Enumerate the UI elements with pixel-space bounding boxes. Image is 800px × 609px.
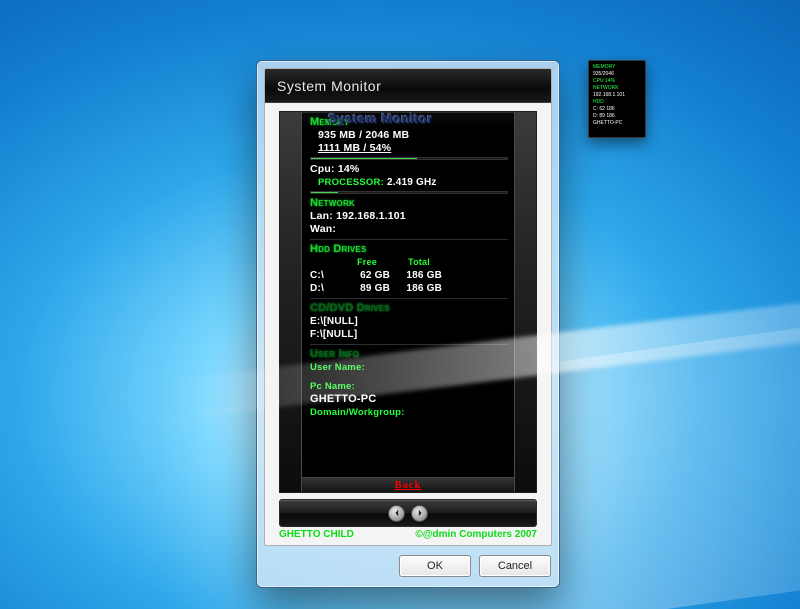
network-header: Network bbox=[310, 197, 508, 210]
dialog-footer: OK Cancel bbox=[257, 551, 559, 587]
mini-line: NETWORK bbox=[593, 85, 641, 92]
cpu-bar bbox=[310, 191, 508, 194]
right-rail bbox=[514, 112, 536, 492]
optical-name: E:\ bbox=[310, 316, 323, 327]
hdd-col-free: Free bbox=[344, 256, 390, 269]
chevron-right-icon bbox=[416, 509, 424, 517]
settings-dialog: System Monitor System Monitor Memory 935… bbox=[256, 60, 560, 588]
optical-row: E:\[NULL] bbox=[310, 315, 508, 328]
memory-line2: 1111 MB / 54% bbox=[310, 142, 508, 155]
optical-row: F:\[NULL] bbox=[310, 328, 508, 341]
separator bbox=[310, 344, 508, 345]
separator bbox=[310, 239, 508, 240]
nav-next-button[interactable] bbox=[411, 505, 428, 522]
hdd-header: Hdd Drives bbox=[310, 243, 508, 256]
processor-label: Processor: bbox=[318, 177, 384, 188]
hdd-col-total: Total bbox=[396, 256, 442, 269]
hdd-row-free: 89 GB bbox=[344, 282, 390, 295]
credits-left: GHETTO CHILD bbox=[279, 529, 354, 540]
chevron-left-icon bbox=[393, 509, 401, 517]
wan-label: Wan: bbox=[310, 223, 336, 235]
hdd-row-total: 186 GB bbox=[396, 282, 442, 295]
left-rail bbox=[280, 112, 302, 492]
memory-header: Memory bbox=[310, 116, 508, 129]
lan-label: Lan: bbox=[310, 210, 333, 222]
optical-value: [NULL] bbox=[323, 316, 358, 327]
optical-name: F:\ bbox=[310, 329, 323, 340]
cpu-bar-fill bbox=[311, 192, 338, 193]
cpu-proc-row: Processor: 2.419 GHz bbox=[310, 176, 508, 189]
pcname-label: Pc Name: bbox=[310, 380, 508, 393]
hdd-row-name: C:\ bbox=[310, 269, 338, 282]
mini-line: HDD bbox=[593, 99, 641, 106]
hdd-table: Free Total C:\ 62 GB 186 GB D:\ 89 GB 18… bbox=[310, 256, 508, 295]
pcname-value: GHETTO-PC bbox=[310, 393, 508, 406]
mini-line: MEMORY bbox=[593, 64, 641, 71]
window-title: System Monitor bbox=[277, 78, 381, 94]
cpu-value: 14% bbox=[338, 163, 360, 175]
wan-row: Wan: bbox=[310, 223, 508, 236]
mini-line: 935/2046 bbox=[593, 71, 641, 78]
nav-bar bbox=[279, 499, 537, 527]
credits-row: GHETTO CHILD ©@dmin Computers 2007 bbox=[279, 529, 537, 540]
cpu-label: Cpu: bbox=[310, 163, 335, 175]
cpu-row: Cpu: 14% bbox=[310, 163, 508, 176]
gadget-stage: System Monitor Memory 935 MB / 2046 MB 1… bbox=[279, 111, 537, 493]
nav-prev-button[interactable] bbox=[388, 505, 405, 522]
ok-button[interactable]: OK bbox=[399, 555, 471, 577]
back-label: Back bbox=[395, 479, 422, 492]
memory-bar bbox=[310, 157, 508, 160]
processor-value: 2.419 GHz bbox=[387, 177, 437, 188]
memory-line1: 935 MB / 2046 MB bbox=[310, 129, 508, 142]
mini-line: C: 62 186 bbox=[593, 106, 641, 113]
hdd-row-free: 62 GB bbox=[344, 269, 390, 282]
hdd-row-name: D:\ bbox=[310, 282, 338, 295]
userinfo-header: User Info bbox=[310, 348, 508, 361]
mini-line: CPU 14% bbox=[593, 78, 641, 85]
mini-line: D: 89 186 bbox=[593, 113, 641, 120]
hdd-row-total: 186 GB bbox=[396, 269, 442, 282]
optical-value: [NULL] bbox=[323, 329, 358, 340]
gadget-mini-preview[interactable]: MEMORY 935/2046 CPU 14% NETWORK 192.168.… bbox=[588, 60, 646, 138]
mini-line: 192.168.1.101 bbox=[593, 92, 641, 99]
credits-right: ©@dmin Computers 2007 bbox=[415, 529, 537, 540]
cancel-button[interactable]: Cancel bbox=[479, 555, 551, 577]
back-button[interactable]: Back bbox=[302, 477, 514, 492]
optical-header: CD/DVD Drives bbox=[310, 302, 508, 315]
dialog-body: System Monitor System Monitor Memory 935… bbox=[264, 68, 552, 546]
username-label: User Name: bbox=[310, 361, 508, 374]
lan-row: Lan: 192.168.1.101 bbox=[310, 210, 508, 223]
mini-line: GHETTO-PC bbox=[593, 120, 641, 127]
lan-value: 192.168.1.101 bbox=[336, 210, 406, 222]
titlebar[interactable]: System Monitor bbox=[265, 69, 551, 103]
gadget-panel: System Monitor Memory 935 MB / 2046 MB 1… bbox=[302, 112, 514, 492]
domain-label: Domain/Workgroup: bbox=[310, 406, 508, 419]
memory-bar-fill bbox=[311, 158, 417, 159]
separator bbox=[310, 298, 508, 299]
